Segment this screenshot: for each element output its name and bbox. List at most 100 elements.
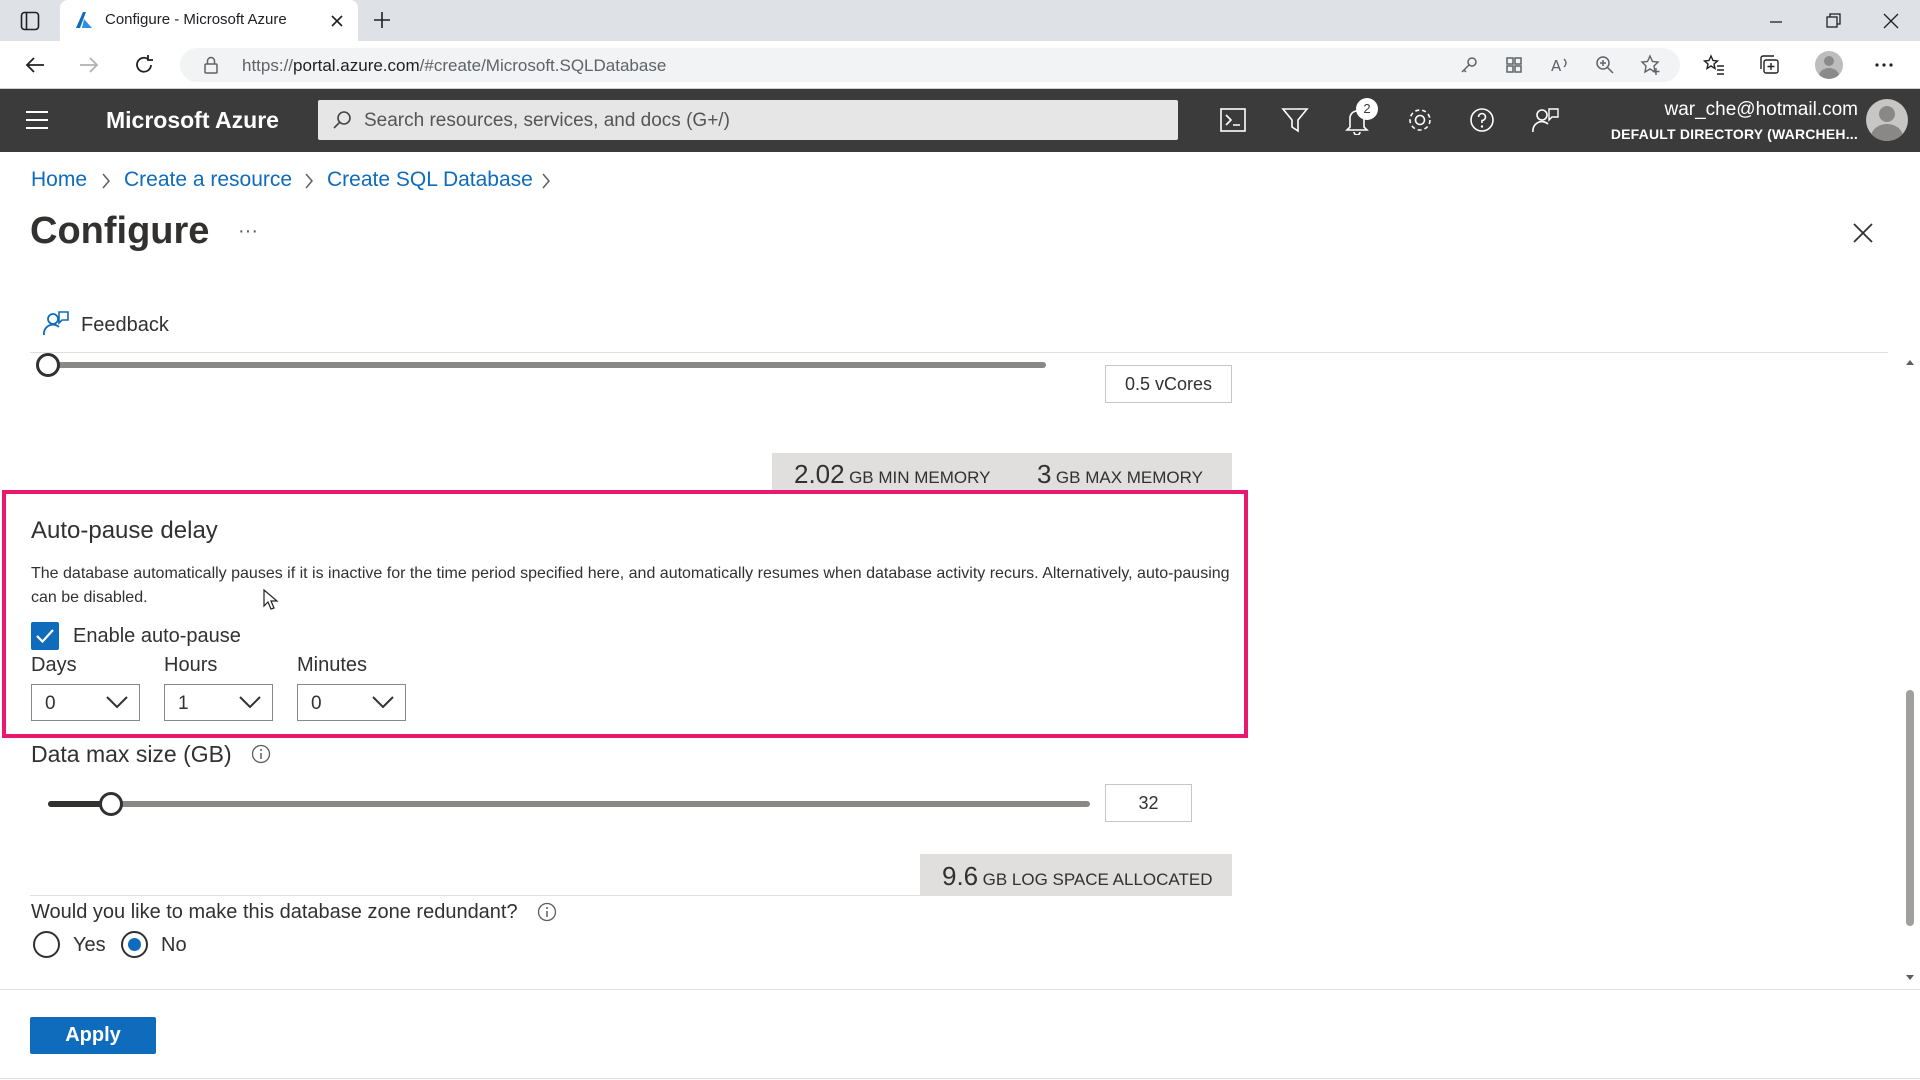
scroll-up-arrow-icon[interactable] [1905,358,1915,366]
close-window-icon[interactable] [1882,12,1900,30]
add-favorite-icon[interactable] [1640,54,1662,76]
brand-title[interactable]: Microsoft Azure [106,107,279,134]
log-space-group: 9.6 GB LOG SPACE ALLOCATED [942,861,1213,892]
feedback-person-icon[interactable] [42,309,70,337]
chevron-down-icon [372,696,394,709]
more-actions-button[interactable]: ··· [238,220,258,243]
chevron-right-icon [305,173,313,189]
zone-yes-label[interactable]: Yes [73,934,106,957]
apply-button[interactable]: Apply [30,1017,156,1054]
days-label: Days [31,654,77,676]
tab-actions-icon[interactable] [20,11,40,31]
help-icon[interactable] [1467,105,1497,135]
breadcrumb-create-sql-database[interactable]: Create SQL Database [327,168,533,192]
enable-auto-pause-checkbox[interactable] [31,622,59,650]
chevron-right-icon [542,173,550,189]
chevron-down-icon [106,696,128,709]
vcores-slider-track[interactable] [46,362,1046,368]
zone-no-label[interactable]: No [161,934,187,957]
account-avatar[interactable] [1866,99,1908,141]
info-icon[interactable] [537,902,557,922]
search-icon [333,111,351,129]
scroll-down-arrow-icon[interactable] [1905,974,1915,982]
browser-tab-strip: Configure - Microsoft Azure [0,0,1920,41]
account-email[interactable]: war_che@hotmail.com [1664,99,1858,121]
breadcrumb-create-resource[interactable]: Create a resource [124,168,292,192]
settings-gear-icon[interactable] [1405,105,1435,135]
vcores-value-box[interactable]: 0.5 vCores [1105,365,1232,403]
radio-selected-dot [128,938,141,951]
notification-badge: 2 [1356,98,1378,120]
min-memory-group: 2.02 GB MIN MEMORY [794,459,990,490]
url-scheme: https:// [242,56,294,75]
hours-select[interactable]: 1 [164,684,273,721]
cloud-shell-icon[interactable] [1218,105,1248,135]
data-max-slider-track[interactable] [48,801,1090,807]
new-tab-icon[interactable] [372,10,392,30]
data-max-size-label: Data max size (GB) [31,741,232,767]
collections-icon[interactable] [1758,54,1780,76]
url-host: portal.azure.com [293,56,420,75]
auto-pause-heading: Auto-pause delay [31,517,218,544]
log-space-summary: 9.6 GB LOG SPACE ALLOCATED [920,854,1232,896]
account-directory[interactable]: DEFAULT DIRECTORY (WARCHEH... [1611,126,1858,142]
directory-filter-icon[interactable] [1280,105,1310,135]
info-icon[interactable] [251,744,271,764]
auto-pause-description: The database automatically pauses if it … [31,565,1230,606]
feedback-link[interactable]: Feedback [81,314,169,337]
data-max-slider-thumb[interactable] [98,792,123,816]
enable-auto-pause-label[interactable]: Enable auto-pause [73,625,241,648]
minutes-select[interactable]: 0 [297,684,406,721]
more-options-icon[interactable] [1873,54,1895,76]
forward-icon[interactable] [78,54,100,76]
url-text: https://portal.azure.com/#create/Microso… [242,56,666,76]
minimize-icon[interactable] [1768,14,1784,30]
back-icon[interactable] [24,54,46,76]
minutes-label: Minutes [297,654,368,676]
days-select-value: 0 [45,693,56,714]
read-aloud-icon[interactable]: A [1550,55,1570,75]
log-space-value: 9.6 [942,861,979,891]
azure-logo-icon [76,12,92,28]
svg-text:A: A [1551,57,1562,75]
global-search-input[interactable]: Search resources, services, and docs (G+… [318,100,1178,140]
restore-icon[interactable] [1825,12,1843,30]
days-select[interactable]: 0 [31,684,140,721]
checkmark-icon [36,629,54,644]
feedback-icon[interactable] [1530,105,1560,135]
profile-avatar[interactable] [1815,51,1843,79]
data-max-value-box[interactable]: 32 [1105,784,1192,822]
scrollbar-thumb[interactable] [1906,690,1914,926]
lock-icon[interactable] [203,56,219,74]
hours-label: Hours [164,654,218,676]
close-tab-icon[interactable] [330,14,344,28]
max-memory-label: GB MAX MEMORY [1055,468,1203,487]
hamburger-menu-icon[interactable] [25,110,49,130]
chevron-down-icon [239,696,261,709]
refresh-icon[interactable] [133,54,155,76]
zone-no-radio[interactable] [121,931,148,958]
search-placeholder: Search resources, services, and docs (G+… [364,110,730,131]
app-available-icon[interactable] [1505,56,1523,74]
url-path: /#create/Microsoft.SQLDatabase [419,56,667,75]
max-memory-value: 3 [1037,459,1052,489]
vertical-scrollbar[interactable] [1900,352,1920,988]
key-icon[interactable] [1460,56,1478,74]
zoom-icon[interactable] [1595,55,1615,75]
bottom-divider [0,1078,1920,1079]
breadcrumb-home[interactable]: Home [31,168,87,192]
memory-summary: 2.02 GB MIN MEMORY 3 GB MAX MEMORY [772,453,1232,490]
hours-select-value: 1 [178,693,189,714]
address-bar[interactable]: https://portal.azure.com/#create/Microso… [180,48,1680,82]
browser-toolbar: https://portal.azure.com/#create/Microso… [0,41,1920,89]
favorites-icon[interactable] [1703,54,1725,76]
vcores-slider-thumb[interactable] [36,353,60,377]
log-space-label: GB LOG SPACE ALLOCATED [982,870,1213,889]
chevron-right-icon [102,173,110,189]
browser-tab[interactable]: Configure - Microsoft Azure [60,0,358,41]
azure-top-bar: Microsoft Azure Search resources, servic… [0,89,1920,152]
zone-redundant-question: Would you like to make this database zon… [31,901,518,923]
tab-title: Configure - Microsoft Azure [105,11,287,28]
close-blade-icon[interactable] [1852,222,1874,244]
zone-yes-radio[interactable] [33,931,60,958]
